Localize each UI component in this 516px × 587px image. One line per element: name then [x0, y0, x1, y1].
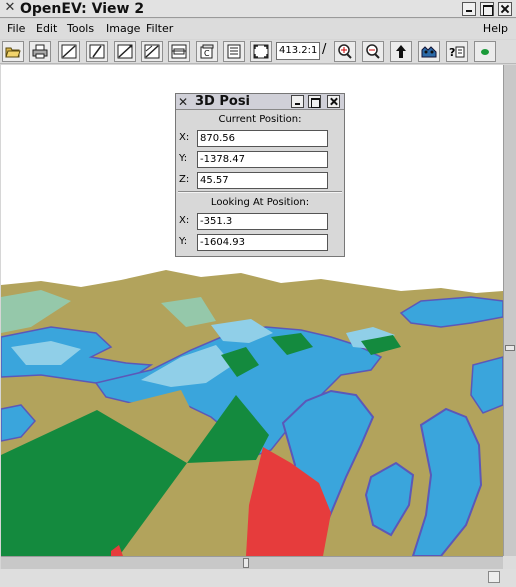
current-position-heading: Current Position: — [218, 114, 302, 125]
dialog-title-bar[interactable]: ✕ 3D Posi — [176, 94, 344, 110]
svg-text:?: ? — [449, 46, 455, 59]
draw-line-button-4[interactable] — [141, 41, 163, 62]
minimize-window-button[interactable] — [462, 2, 476, 16]
layers-button[interactable] — [418, 41, 440, 62]
current-y-field[interactable]: -1378.47 — [197, 151, 328, 168]
window-title: OpenEV: View 2 — [20, 1, 145, 17]
maximize-window-button[interactable] — [480, 2, 494, 16]
close-window-button[interactable] — [498, 2, 512, 16]
current-x-label: X: — [179, 132, 190, 143]
draw-line-icon — [117, 44, 133, 59]
menu-image[interactable]: Image — [106, 22, 140, 36]
up-arrow-button[interactable] — [390, 41, 412, 62]
zoom-out-button[interactable] — [362, 41, 384, 62]
menu-filter[interactable]: Filter — [146, 22, 173, 36]
fit-icon — [253, 44, 269, 59]
draw-region-icon — [171, 44, 187, 59]
draw-line-button-3[interactable] — [114, 41, 136, 62]
zoom-in-icon — [338, 44, 352, 59]
layers-icon — [421, 46, 437, 58]
dialog-separator — [178, 191, 342, 193]
menu-edit[interactable]: Edit — [36, 22, 57, 36]
dialog-close-button[interactable] — [327, 95, 340, 108]
print-button[interactable] — [29, 41, 51, 62]
zoom-out-icon — [366, 44, 380, 59]
vertical-scroll-thumb[interactable] — [505, 345, 515, 351]
scroll-corner — [503, 556, 516, 569]
open-folder-button[interactable] — [2, 41, 24, 62]
help-query-icon: ? — [449, 46, 465, 59]
eye-icon — [481, 49, 489, 55]
svg-text:C: C — [204, 49, 210, 58]
toolbar: C 413.2:1 / ? — [0, 40, 516, 64]
menu-file[interactable]: File — [7, 22, 25, 36]
window-menu-icon[interactable]: ✕ — [3, 1, 17, 15]
open-folder-icon — [5, 47, 21, 58]
horizontal-scroll-thumb[interactable] — [243, 558, 249, 568]
looking-at-heading: Looking At Position: — [210, 197, 310, 208]
menu-help[interactable]: Help — [483, 22, 508, 36]
current-x-field[interactable]: 870.56 — [197, 130, 328, 147]
draw-line-icon — [144, 44, 160, 59]
copy-button[interactable]: C — [196, 41, 218, 62]
help-query-button[interactable]: ? — [446, 41, 468, 62]
copy-icon: C — [200, 44, 214, 59]
print-icon — [32, 44, 48, 59]
zoom-level-field[interactable]: 413.2:1 — [276, 42, 320, 60]
current-y-label: Y: — [179, 153, 188, 164]
looking-y-label: Y: — [179, 236, 188, 247]
zoom-in-button[interactable] — [334, 41, 356, 62]
vertical-scrollbar[interactable] — [503, 65, 516, 556]
fit-view-button[interactable] — [250, 41, 272, 62]
looking-x-label: X: — [179, 215, 190, 226]
menu-bar: File Edit Tools Image Filter Help — [0, 19, 516, 39]
draw-line-button-2[interactable] — [86, 41, 108, 62]
draw-line-icon — [61, 44, 77, 59]
3d-position-dialog[interactable]: ✕ 3D Posi Current Position: X: 870.56 Y:… — [175, 93, 345, 257]
list-icon — [227, 44, 241, 59]
status-icon — [488, 571, 500, 583]
window-title-bar[interactable]: ✕ OpenEV: View 2 — [0, 0, 516, 18]
dialog-maximize-button[interactable] — [308, 95, 321, 108]
dialog-minimize-button[interactable] — [291, 95, 304, 108]
draw-line-button-1[interactable] — [58, 41, 80, 62]
dialog-title: 3D Posi — [195, 94, 251, 109]
draw-region-button[interactable] — [168, 41, 190, 62]
up-arrow-icon — [396, 45, 406, 58]
looking-x-field[interactable]: -351.3 — [197, 213, 328, 230]
zoom-divider: / — [322, 42, 327, 57]
draw-line-icon — [89, 44, 105, 59]
menu-tools[interactable]: Tools — [67, 22, 94, 36]
dialog-menu-icon[interactable]: ✕ — [178, 94, 188, 110]
list-button[interactable] — [223, 41, 245, 62]
looking-y-field[interactable]: -1604.93 — [197, 234, 328, 251]
eye-button[interactable] — [474, 41, 496, 62]
horizontal-scrollbar[interactable] — [1, 556, 503, 569]
status-strip — [0, 569, 516, 587]
current-z-field[interactable]: 45.57 — [197, 172, 328, 189]
current-z-label: Z: — [179, 174, 190, 185]
